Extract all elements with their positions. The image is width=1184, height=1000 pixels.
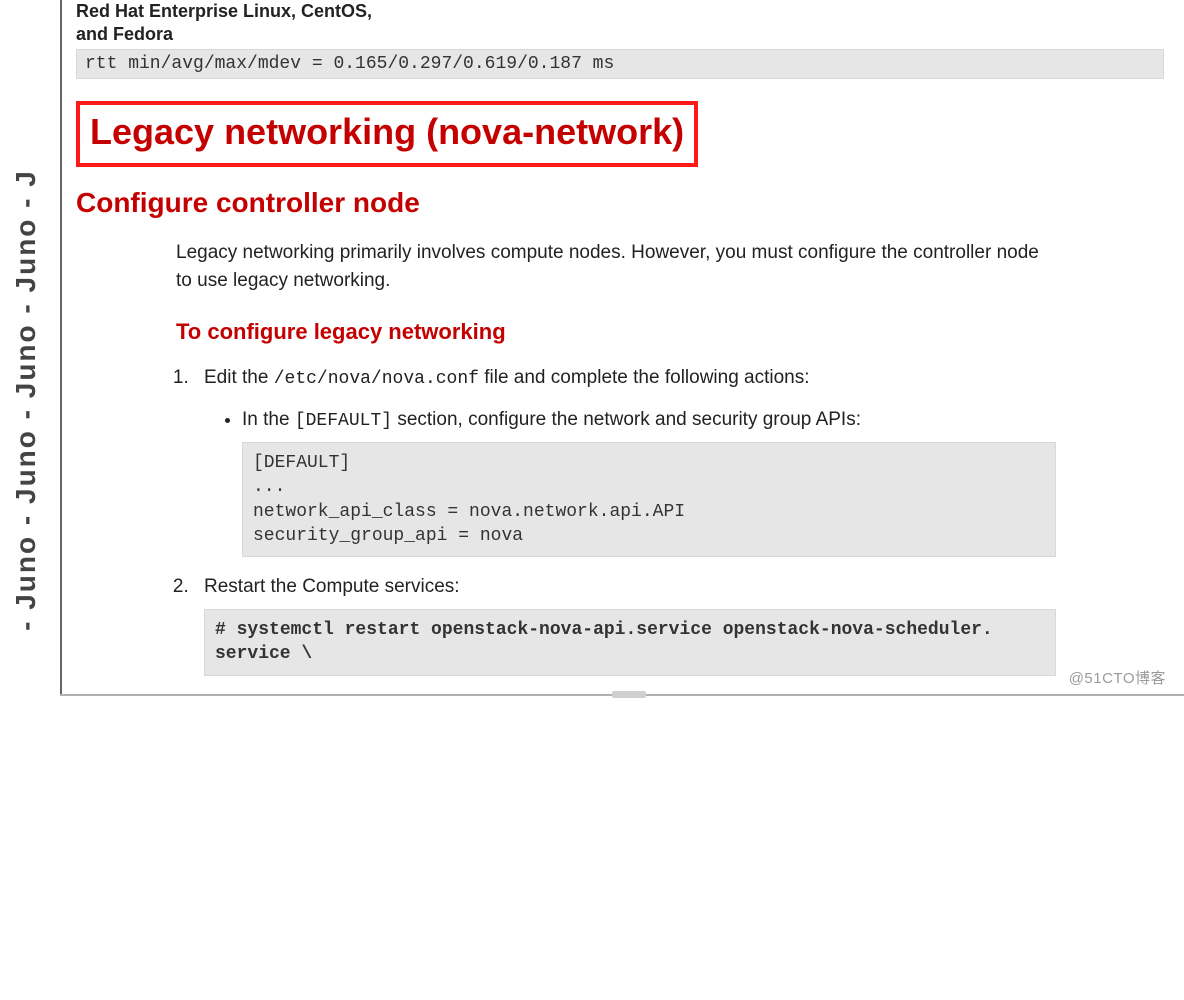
- shell-prompt: #: [215, 620, 237, 640]
- step1-bullets: In the [DEFAULT] section, configure the …: [242, 406, 1056, 557]
- step2-command-block: # systemctl restart openstack-nova-api.s…: [204, 609, 1056, 676]
- watermark-text: @51CTO博客: [1069, 667, 1166, 688]
- os-list-line1: Red Hat Enterprise Linux, CentOS,: [76, 1, 372, 21]
- step1-lead-after: file and complete the following actions:: [479, 367, 810, 388]
- horizontal-scroll-thumb[interactable]: [612, 691, 646, 698]
- rtt-output-line: rtt min/avg/max/mdev = 0.165/0.297/0.619…: [76, 49, 1164, 79]
- page-title: Legacy networking (nova-network): [76, 101, 698, 167]
- procedure-steps-list: Edit the /etc/nova/nova.conf file and co…: [194, 364, 1056, 676]
- cmd-line2: service \: [215, 644, 312, 664]
- side-brand-text: - Juno - Juno - Juno - Juno - J: [10, 169, 42, 631]
- vertical-rule: [60, 0, 62, 696]
- step1-conf-path: /etc/nova/nova.conf: [274, 369, 479, 389]
- step1-bullet-after: section, configure the network and secur…: [392, 409, 861, 430]
- intro-paragraph: Legacy networking primarily involves com…: [176, 239, 1056, 294]
- procedure-heading: To configure legacy networking: [176, 316, 1056, 348]
- step1-bullet-1: In the [DEFAULT] section, configure the …: [242, 406, 1056, 557]
- cmd-line1: systemctl restart openstack-nova-api.ser…: [237, 620, 993, 640]
- section-heading: Configure controller node: [76, 187, 1164, 219]
- step1-config-block: [DEFAULT] ... network_api_class = nova.n…: [242, 442, 1056, 557]
- step1-lead-before: Edit the: [204, 367, 274, 388]
- side-brand-ribbon: - Juno - Juno - Juno - Juno - J: [0, 0, 56, 1000]
- os-list-note: Red Hat Enterprise Linux, CentOS, and Fe…: [76, 0, 1164, 45]
- step2-text: Restart the Compute services:: [204, 576, 460, 597]
- step-2: Restart the Compute services: # systemct…: [194, 573, 1056, 675]
- step1-bullet-code: [DEFAULT]: [295, 411, 392, 431]
- os-list-line2: and Fedora: [76, 24, 173, 44]
- step1-bullet-before: In the: [242, 409, 295, 430]
- step-1: Edit the /etc/nova/nova.conf file and co…: [194, 364, 1056, 557]
